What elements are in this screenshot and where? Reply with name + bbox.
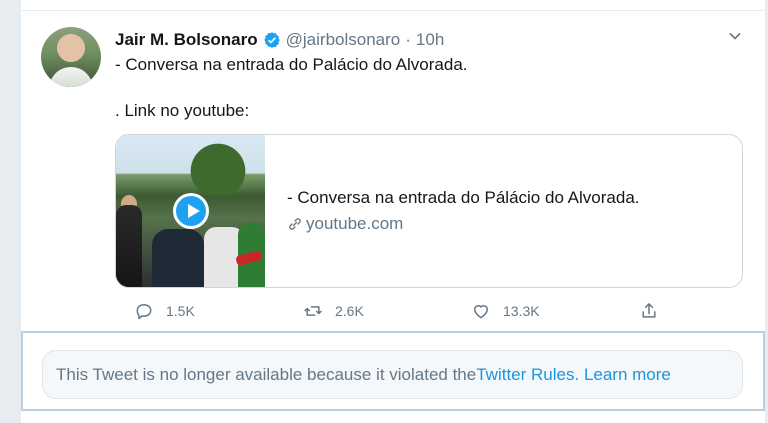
play-icon[interactable]	[173, 193, 209, 229]
video-thumbnail[interactable]	[116, 135, 265, 287]
like-button[interactable]: 13.3K	[471, 299, 540, 323]
timeline-panel: Jair M. Bolsonaro @jairbolsonaro · 10h -…	[20, 0, 766, 423]
tweet-text-line: . Link no youtube:	[115, 101, 250, 120]
author-name[interactable]: Jair M. Bolsonaro	[115, 30, 258, 50]
card-domain-text: youtube.com	[306, 214, 404, 233]
reply-button[interactable]: 1.5K	[134, 299, 195, 323]
tweet-text-line: - Conversa na entrada do Palácio do Alvo…	[115, 55, 468, 74]
card-title: - Conversa na entrada do Pálácio do Alvo…	[287, 188, 640, 207]
link-card[interactable]: - Conversa na entrada do Pálácio do Alvo…	[115, 134, 743, 288]
link-icon	[289, 218, 301, 230]
thumbnail-person	[116, 205, 142, 287]
tweet-time[interactable]: 10h	[416, 30, 444, 50]
reply-icon	[136, 304, 152, 320]
meta-separator: ·	[405, 30, 411, 49]
retweet-button[interactable]: 2.6K	[303, 299, 364, 323]
unavailable-tweet-message: This Tweet is no longer available becaus…	[42, 350, 743, 399]
like-count: 13.3K	[503, 303, 540, 319]
heart-icon	[474, 305, 488, 319]
avatar-figure	[49, 67, 93, 87]
share-icon	[642, 303, 656, 318]
chevron-down-icon[interactable]	[727, 28, 743, 44]
thumbnail-person	[152, 229, 204, 287]
divider	[21, 10, 765, 11]
twitter-rules-link[interactable]: Twitter Rules.	[476, 365, 579, 385]
quoted-tweet-notice: This Tweet is no longer available becaus…	[21, 331, 765, 411]
card-domain: youtube.com	[287, 214, 403, 234]
tweet-header: Jair M. Bolsonaro @jairbolsonaro · 10h	[115, 29, 444, 51]
reply-count: 1.5K	[166, 303, 195, 319]
verified-badge-icon	[263, 32, 280, 48]
notice-text: This Tweet is no longer available becaus…	[56, 364, 477, 384]
retweet-count: 2.6K	[335, 303, 364, 319]
retweet-icon	[304, 306, 322, 316]
thumbnail-scenery	[186, 135, 265, 195]
tweet-actions: 1.5K 2.6K 13.3K	[115, 299, 675, 323]
avatar[interactable]	[41, 27, 101, 87]
share-button[interactable]	[639, 299, 659, 323]
author-handle[interactable]: @jairbolsonaro	[286, 30, 401, 50]
learn-more-link[interactable]: Learn more	[584, 365, 671, 385]
